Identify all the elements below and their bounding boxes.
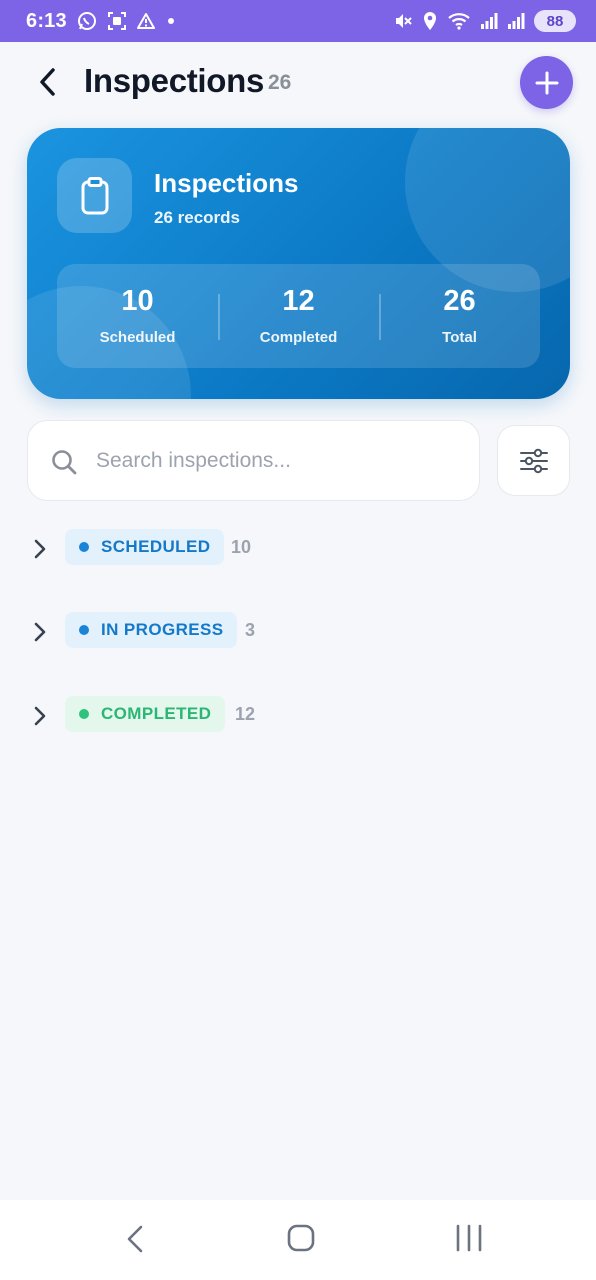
page-count-badge: 26 <box>268 71 292 94</box>
status-label: IN PROGRESS <box>101 620 224 639</box>
status-dot <box>79 625 89 635</box>
app-header: Inspections 26 <box>0 42 596 124</box>
plus-icon <box>535 71 558 94</box>
search-box[interactable] <box>27 420 480 501</box>
status-badge: IN PROGRESS <box>65 612 238 648</box>
back-arrow-icon <box>40 68 55 96</box>
stat-value: 10 <box>121 284 154 317</box>
stat-total: 26 Total <box>379 264 540 368</box>
group-in-progress[interactable]: IN PROGRESS 3 <box>0 612 596 652</box>
signal-icon <box>481 13 498 29</box>
add-inspection-button[interactable] <box>520 56 573 109</box>
stat-value: 26 <box>443 284 476 317</box>
stat-value: 12 <box>282 284 315 317</box>
nav-back-icon[interactable] <box>122 1224 148 1254</box>
status-badge: COMPLETED <box>65 696 226 732</box>
chevron-right-icon <box>34 622 46 642</box>
summary-icon-box <box>57 158 132 233</box>
filter-button[interactable] <box>497 425 570 496</box>
search-input[interactable] <box>96 421 466 500</box>
search-icon <box>52 450 77 475</box>
recents-icon[interactable] <box>454 1224 484 1252</box>
chevron-right-icon <box>34 539 46 559</box>
dot-icon <box>167 18 174 24</box>
summary-card: Inspections 26 records 10 Scheduled 12 C… <box>27 128 570 399</box>
summary-title: Inspections <box>154 168 299 198</box>
chevron-right-icon <box>34 706 46 726</box>
location-icon <box>424 12 436 30</box>
status-time: 6:13 <box>26 9 67 32</box>
stat-scheduled: 10 Scheduled <box>57 264 218 368</box>
status-notification-icons <box>77 11 177 31</box>
home-icon[interactable] <box>287 1224 315 1252</box>
stat-label: Total <box>442 328 477 346</box>
status-badge: SCHEDULED <box>65 529 225 565</box>
group-count: 12 <box>235 704 256 724</box>
summary-stats: 10 Scheduled 12 Completed 26 Total <box>57 264 540 368</box>
whatsapp-icon <box>77 12 96 30</box>
group-count: 10 <box>231 537 252 557</box>
summary-subtitle: 26 records <box>154 208 240 227</box>
status-label: SCHEDULED <box>101 537 211 556</box>
mute-icon <box>396 14 412 28</box>
page-title: Inspections <box>84 62 265 99</box>
screenshot-icon <box>107 12 126 30</box>
clipboard-icon <box>81 176 108 214</box>
wifi-icon <box>448 13 470 30</box>
stat-label: Scheduled <box>99 328 176 346</box>
status-system-icons: 88 <box>393 10 576 32</box>
stat-label: Completed <box>259 328 338 346</box>
group-count: 3 <box>245 620 256 640</box>
status-dot <box>79 542 89 552</box>
battery-level: 88 <box>546 12 564 30</box>
status-bar: 6:13 88 <box>0 0 596 42</box>
status-dot <box>79 709 89 719</box>
system-nav-bar <box>0 1200 596 1280</box>
sliders-icon <box>519 448 548 473</box>
group-scheduled[interactable]: SCHEDULED 10 <box>0 529 596 569</box>
back-button[interactable] <box>30 64 66 100</box>
signal-icon <box>508 13 525 29</box>
group-completed[interactable]: COMPLETED 12 <box>0 696 596 736</box>
status-label: COMPLETED <box>101 704 212 723</box>
battery-icon: 88 <box>534 10 576 32</box>
warning-icon <box>136 13 155 29</box>
stat-completed: 12 Completed <box>218 264 379 368</box>
